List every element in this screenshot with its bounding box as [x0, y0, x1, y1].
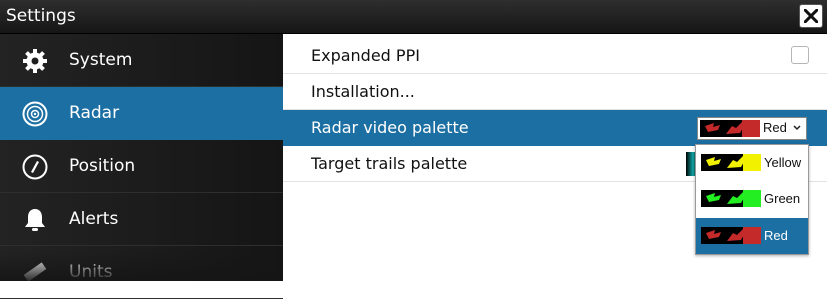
sidebar-item-radar[interactable]: Radar [0, 87, 283, 140]
palette-option-label: Yellow [764, 155, 802, 170]
radar-video-palette-select[interactable]: Red [697, 117, 807, 140]
palette-swatch-green [701, 190, 761, 207]
palette-option-label: Red [764, 228, 788, 243]
setting-label: Installation... [311, 82, 415, 101]
sidebar-item-position[interactable]: Position [0, 140, 283, 193]
expanded-ppi-checkbox[interactable] [791, 46, 809, 64]
sidebar-item-label: Units [69, 262, 113, 282]
chevron-down-icon [793, 125, 801, 131]
sidebar-item-label: Position [69, 156, 136, 176]
palette-swatch-yellow [701, 154, 761, 171]
compass-icon [22, 154, 48, 180]
sidebar-item-label: Radar [69, 103, 120, 123]
setting-label: Expanded PPI [311, 46, 420, 65]
close-icon [804, 9, 818, 23]
sidebar-item-label: Alerts [69, 209, 119, 229]
title-bar: Settings [0, 0, 827, 34]
setting-label: Radar video palette [311, 118, 469, 137]
sidebar-item-alerts[interactable]: Alerts [0, 193, 283, 246]
window-title: Settings [6, 6, 76, 26]
sidebar-item-units[interactable]: Units [0, 246, 283, 299]
sidebar: System Radar Position Alerts Units [0, 34, 283, 299]
setting-label: Target trails palette [311, 154, 468, 173]
palette-option-green[interactable]: Green [696, 181, 808, 217]
ruler-icon [23, 262, 47, 282]
close-button[interactable] [799, 4, 823, 28]
sidebar-item-system[interactable]: System [0, 34, 283, 87]
gear-icon [23, 49, 47, 73]
palette-option-yellow[interactable]: Yellow [696, 145, 808, 181]
palette-dropdown: Yellow Green Red [695, 144, 809, 255]
bell-icon [25, 209, 45, 231]
palette-select-value: Red [763, 120, 787, 135]
palette-option-red[interactable]: Red [696, 218, 808, 254]
setting-row-expanded-ppi[interactable]: Expanded PPI [283, 38, 827, 74]
palette-option-label: Green [764, 191, 801, 206]
palette-swatch-red [701, 227, 761, 244]
radar-icon [22, 101, 48, 127]
sidebar-item-label: System [69, 50, 133, 70]
setting-row-installation[interactable]: Installation... [283, 74, 827, 110]
palette-swatch-red [700, 120, 760, 137]
